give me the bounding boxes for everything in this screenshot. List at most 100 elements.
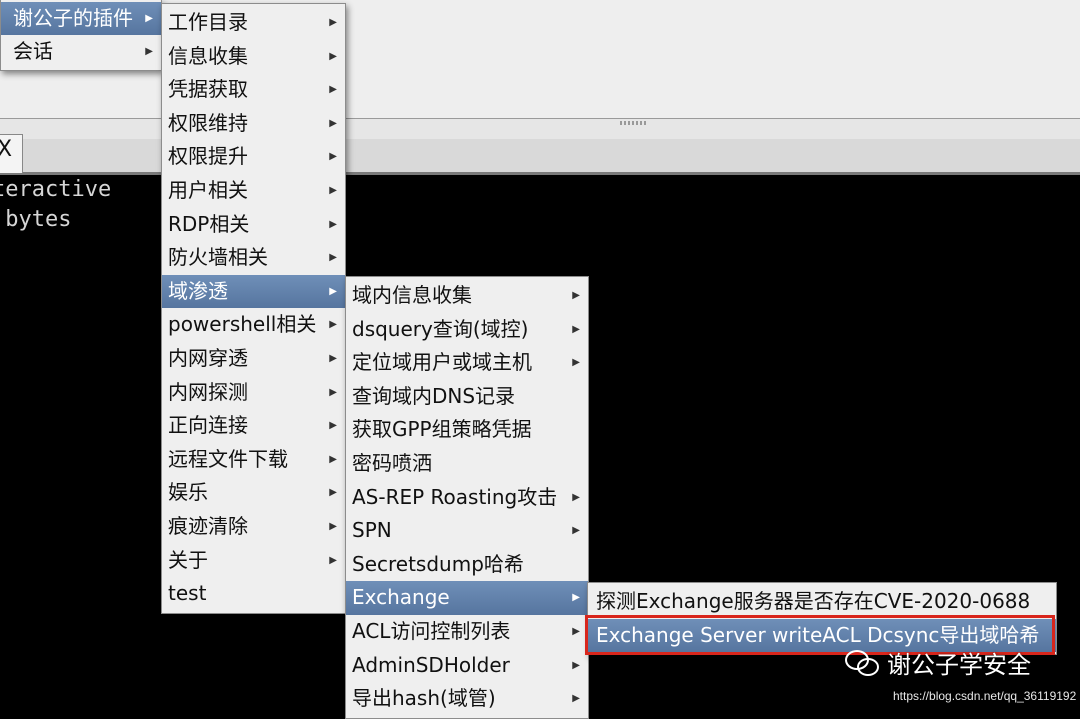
splitter-grip-icon[interactable]: [620, 121, 648, 125]
watermark-url: https://blog.csdn.net/qq_36119192: [893, 689, 1077, 703]
menu-item[interactable]: RDP相关 ▶: [162, 208, 345, 242]
submenu-arrow-icon: ▶: [572, 659, 580, 671]
domain-penetration-submenu: 域内信息收集 ▶ dsquery查询(域控) ▶ 定位域用户或域主机 ▶ 查询域内DNS记录…: [345, 276, 589, 719]
menu-item[interactable]: 会话 ▶: [1, 35, 161, 68]
submenu-arrow-icon: ▶: [329, 252, 337, 264]
menu-item[interactable]: Secretsdump哈希: [346, 548, 588, 582]
menu-item-label: 凭据获取: [168, 77, 248, 102]
menu-item[interactable]: 谢公子的插件 ▶: [1, 2, 161, 35]
submenu-arrow-icon: ▶: [572, 491, 580, 503]
submenu-arrow-icon: ▶: [329, 285, 337, 297]
menu-item-label: RDP相关: [168, 211, 250, 236]
menu-item[interactable]: test: [162, 577, 345, 611]
menu-item[interactable]: 内网穿透 ▶: [162, 342, 345, 376]
submenu-arrow-icon: ▶: [329, 453, 337, 465]
menu-item-label: 防火墙相关: [168, 245, 268, 270]
menu-item[interactable]: 域渗透 ▶: [162, 274, 345, 309]
menu-item[interactable]: ACL访问控制列表 ▶: [346, 615, 588, 649]
menu-item[interactable]: dsquery查询(域控) ▶: [346, 313, 588, 347]
menu-item-label: 内网穿透: [168, 345, 248, 370]
menu-item[interactable]: Exchange ▶: [346, 581, 588, 615]
submenu-arrow-icon: ▶: [572, 525, 580, 537]
wechat-icon: [845, 649, 879, 676]
console-tab[interactable]: X: [0, 134, 23, 173]
menu-item-label: 获取GPP组策略凭据: [352, 417, 532, 442]
submenu-arrow-icon: ▶: [329, 386, 337, 398]
menu-item-label: 工作目录: [168, 10, 248, 34]
menu-item[interactable]: SPN ▶: [346, 514, 588, 548]
menu-item-label: 娱乐: [168, 480, 208, 505]
watermark-text: 谢公子学安全: [887, 651, 1031, 679]
menu-item[interactable]: 信息收集 ▶: [162, 40, 345, 74]
submenu-arrow-icon: ▶: [329, 117, 337, 129]
menu-item-label: 域渗透: [168, 278, 228, 303]
menu-item[interactable]: 权限提升 ▶: [162, 140, 345, 174]
menu-item[interactable]: 用户相关 ▶: [162, 174, 345, 208]
menu-item[interactable]: 防火墙相关 ▶: [162, 241, 345, 275]
menu-item-label: 会话: [13, 39, 53, 63]
menu-item[interactable]: 远程文件下载 ▶: [162, 443, 345, 477]
menu-item-label: 探测Exchange服务器是否存在CVE-2020-0688: [596, 589, 1031, 613]
submenu-arrow-icon: ▶: [329, 17, 337, 28]
menu-item-label: 内网探测: [168, 379, 248, 404]
menu-item-label: ACL访问控制列表: [352, 618, 511, 643]
menu-item-label: 正向连接: [168, 413, 248, 438]
menu-item[interactable]: 工作目录 ▶: [162, 6, 345, 40]
menu-item-label: 密码喷洒: [352, 450, 432, 475]
menu-item[interactable]: 定位域用户或域主机 ▶: [346, 346, 588, 380]
menu-item-label: 权限提升: [168, 144, 248, 169]
submenu-arrow-icon: ▶: [572, 693, 580, 705]
menu-item-label: test: [168, 581, 207, 606]
plugins-submenu: 工作目录 ▶ 信息收集 ▶ 凭据获取 ▶ 权限维持 ▶ 权限提升 ▶ 用户相关 ▶ RDP相关 ▶ 防火墙相…: [161, 3, 346, 614]
watermark: 谢公子学安全: [845, 645, 1031, 680]
console-line: teractive: [0, 177, 112, 202]
menu-item-label: 权限维持: [168, 110, 248, 135]
submenu-arrow-icon: ▶: [572, 290, 580, 301]
submenu-arrow-icon: ▶: [572, 357, 580, 369]
menu-item[interactable]: 导出hash(域管) ▶: [346, 682, 588, 716]
submenu-arrow-icon: ▶: [572, 592, 580, 604]
menu-item[interactable]: powershell相关 ▶: [162, 308, 345, 342]
submenu-arrow-icon: ▶: [329, 554, 337, 566]
menu-item[interactable]: 痕迹清除 ▶: [162, 510, 345, 544]
menu-item-label: 痕迹清除: [168, 513, 248, 538]
menu-item-label: 信息收集: [168, 43, 248, 68]
submenu-arrow-icon: ▶: [145, 13, 153, 24]
menu-item-label: SPN: [352, 518, 392, 543]
menu-item[interactable]: 娱乐 ▶: [162, 476, 345, 510]
menu-item-label: 远程文件下载: [168, 446, 288, 471]
submenu-arrow-icon: ▶: [329, 151, 337, 163]
menu-item[interactable]: 凭据获取 ▶: [162, 73, 345, 107]
menu-item-label: Secretsdump哈希: [352, 551, 524, 576]
menu-item-label: 谢公子的插件: [13, 6, 133, 30]
submenu-arrow-icon: ▶: [329, 50, 337, 62]
menu-item-label: 导出hash(域管): [352, 686, 496, 711]
menu-item[interactable]: 正向连接 ▶: [162, 409, 345, 443]
submenu-arrow-icon: ▶: [329, 218, 337, 230]
menu-item-label: AdminSDHolder: [352, 652, 510, 677]
submenu-arrow-icon: ▶: [329, 319, 337, 331]
menu-item-label: dsquery查询(域控): [352, 316, 529, 341]
menu-item[interactable]: 密码喷洒: [346, 447, 588, 481]
menu-item-label: 查询域内DNS记录: [352, 383, 516, 408]
menu-item[interactable]: 域内信息收集 ▶: [346, 279, 588, 313]
menu-item[interactable]: AS-REP Roasting攻击 ▶: [346, 481, 588, 515]
menu-item-label: 用户相关: [168, 177, 248, 202]
menu-item[interactable]: 获取GPP组策略凭据: [346, 413, 588, 447]
menu-item[interactable]: 查询域内DNS记录: [346, 380, 588, 414]
menu-item[interactable]: 探测Exchange服务器是否存在CVE-2020-0688: [588, 585, 1056, 619]
submenu-arrow-icon: ▶: [329, 184, 337, 196]
menu-item-label: powershell相关: [168, 312, 317, 337]
menu-item-label: 域内信息收集: [352, 283, 472, 307]
menu-item-label: Exchange: [352, 585, 450, 610]
submenu-arrow-icon: ▶: [329, 84, 337, 96]
menu-item[interactable]: 关于 ▶: [162, 544, 345, 578]
submenu-arrow-icon: ▶: [572, 625, 580, 637]
menu-item-label: AS-REP Roasting攻击: [352, 484, 558, 509]
menu-item[interactable]: 权限维持 ▶: [162, 107, 345, 141]
menu-item[interactable]: 内网探测 ▶: [162, 376, 345, 410]
submenu-arrow-icon: ▶: [329, 420, 337, 432]
menu-item[interactable]: AdminSDHolder ▶: [346, 649, 588, 683]
submenu-arrow-icon: ▶: [329, 352, 337, 364]
tab-close-icon[interactable]: X: [0, 137, 12, 162]
